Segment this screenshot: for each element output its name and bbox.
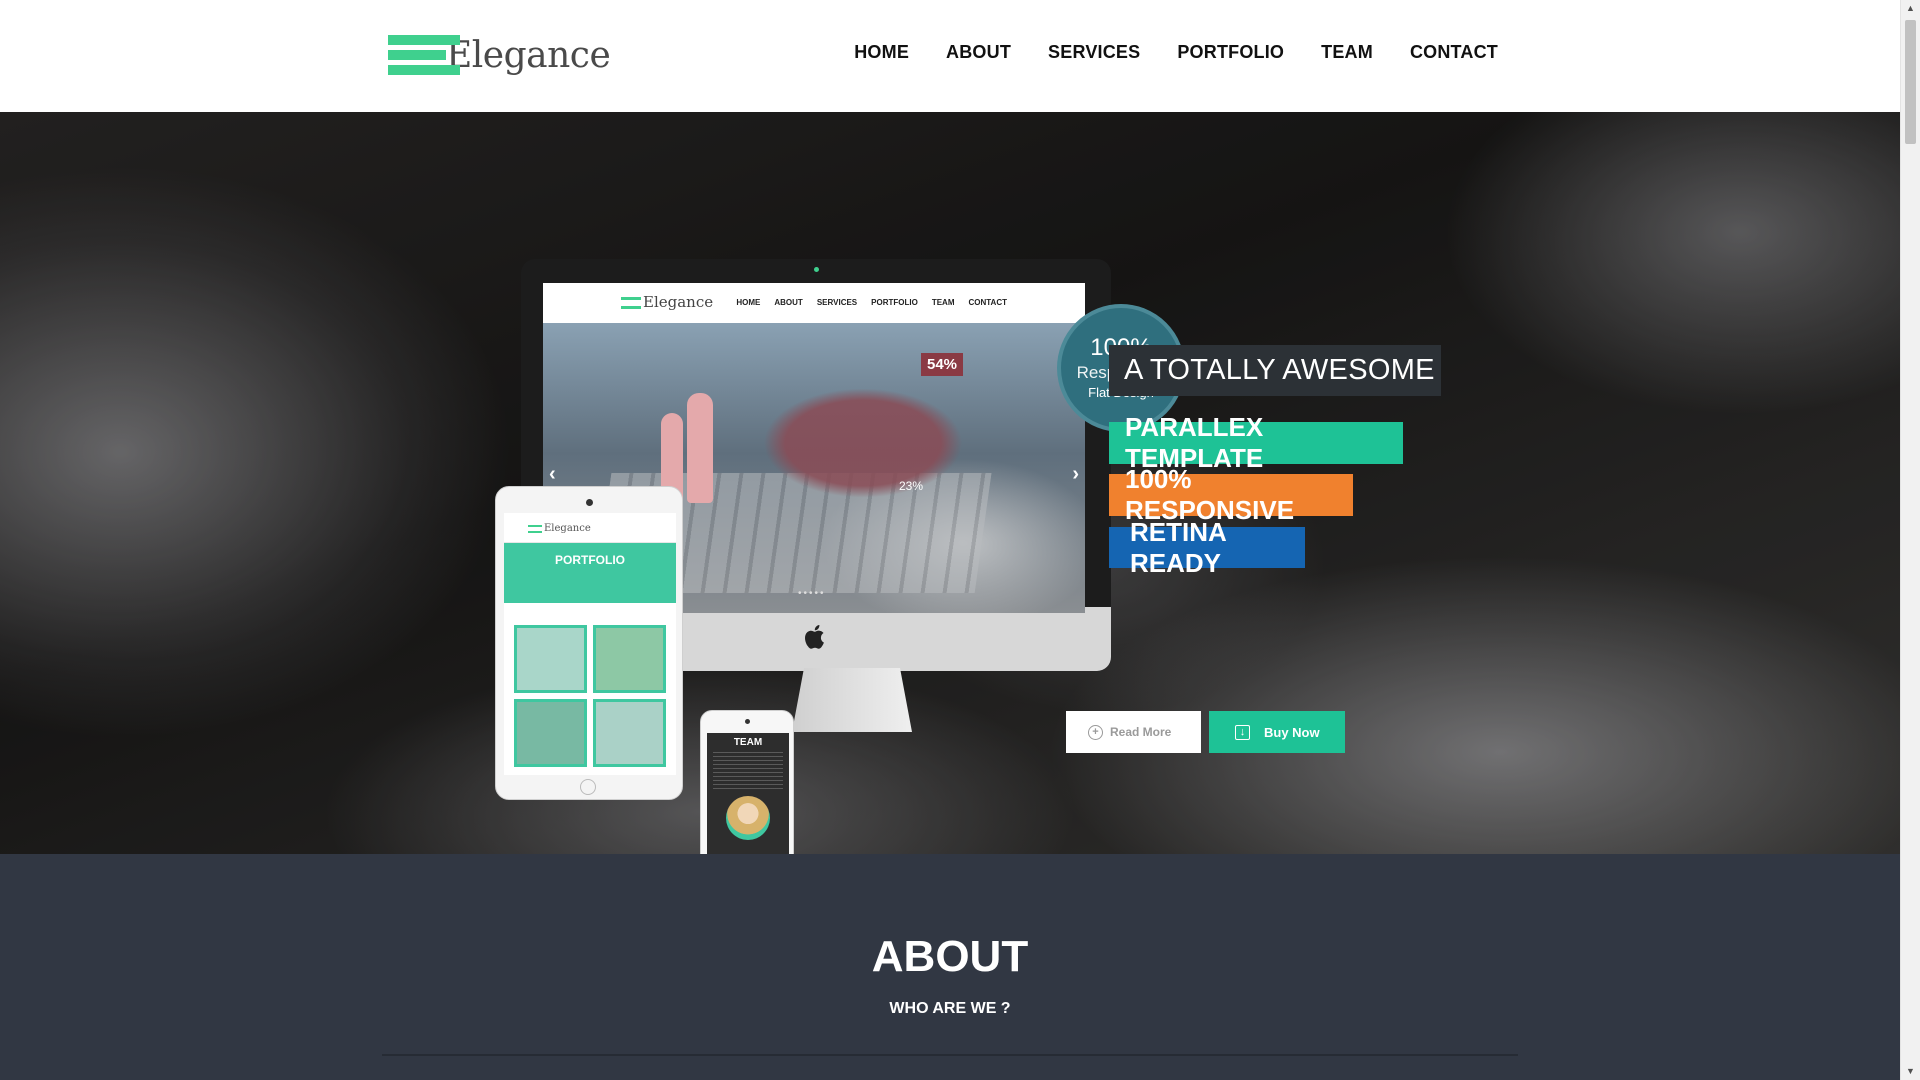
phone-screen: TEAM (707, 733, 789, 854)
portfolio-thumb (593, 699, 666, 767)
portfolio-thumb (514, 699, 587, 767)
tagline-retina: RETINA READY (1109, 517, 1305, 578)
tagline-parallex: PARALLEX TEMPLATE (1109, 412, 1403, 473)
about-divider (382, 1054, 1518, 1056)
tablet-mockup: Elegance PORTFOLIO (495, 486, 683, 800)
tablet-portfolio-grid (504, 625, 676, 767)
mockup-nav: Elegance HOME ABOUT SERVICES PORTFOLIO T… (543, 283, 1085, 323)
buy-now-button[interactable]: ↓ Buy Now (1209, 711, 1345, 753)
nav-home[interactable]: HOME (854, 42, 909, 63)
mockup-nav-item: CONTACT (968, 298, 1007, 307)
portfolio-thumb (593, 625, 666, 693)
mockup-nav-item: ABOUT (774, 298, 803, 307)
main-nav: HOME ABOUT SERVICES PORTFOLIO TEAM CONTA… (817, 42, 1498, 63)
tagline-responsive: 100% RESPONSIVE (1109, 464, 1353, 525)
tablet-portfolio-title: PORTFOLIO (504, 543, 676, 603)
scrollbar-thumb[interactable] (1905, 20, 1916, 144)
tablet-screen: Elegance PORTFOLIO (504, 513, 676, 775)
mockup-nav-item: TEAM (931, 298, 955, 307)
tagline-awesome: A TOTALLY AWESOME (1109, 345, 1441, 396)
plus-circle-icon: + (1088, 724, 1103, 740)
tablet-header: Elegance (504, 513, 676, 543)
mockup-people-illustration (653, 383, 723, 503)
mockup-nav-item: SERVICES (816, 298, 858, 307)
site-logo[interactable]: Elegance (388, 26, 611, 84)
mockup-nav-links: HOME ABOUT SERVICES PORTFOLIO TEAM CONTA… (736, 298, 1007, 307)
logo-mark-icon (388, 33, 460, 77)
phone-team-photo (726, 796, 770, 840)
tablet-text-block (504, 603, 676, 625)
mockup-nav-item: PORTFOLIO (871, 298, 918, 307)
scroll-up-icon[interactable]: ▲ (1901, 0, 1920, 17)
site-header: Elegance HOME ABOUT SERVICES PORTFOLIO T… (0, 0, 1900, 112)
portfolio-thumb (514, 625, 587, 693)
phone-camera (745, 719, 750, 724)
mockup-world-map (763, 388, 963, 498)
monitor-camera (814, 267, 819, 272)
mockup-nav-item: HOME (736, 298, 761, 307)
page-scrollbar[interactable]: ▲ ▼ (1900, 0, 1920, 1080)
nav-services[interactable]: SERVICES (1048, 42, 1140, 63)
apple-logo-icon (805, 625, 824, 649)
logo-text: Elegance (446, 34, 611, 76)
tablet-camera (586, 499, 593, 506)
hero-section: Elegance HOME ABOUT SERVICES PORTFOLIO T… (0, 112, 1900, 854)
nav-portfolio[interactable]: PORTFOLIO (1177, 42, 1284, 63)
tablet-home-button (580, 779, 596, 795)
chevron-right-icon[interactable]: › (1072, 463, 1079, 486)
nav-team[interactable]: TEAM (1321, 42, 1373, 63)
chevron-left-icon[interactable]: ‹ (549, 463, 556, 486)
download-icon: ↓ (1235, 724, 1250, 740)
buy-now-label: Buy Now (1264, 724, 1320, 740)
phone-mockup: TEAM (700, 710, 794, 854)
nav-about[interactable]: ABOUT (946, 42, 1011, 63)
phone-team-title: TEAM (733, 737, 763, 748)
mockup-stat-23: 23% (899, 479, 924, 493)
about-title: ABOUT (871, 932, 1029, 981)
mockup-stat-54: 54% (921, 353, 964, 376)
about-subtitle: WHO ARE WE ? (889, 1000, 1011, 1017)
monitor-stand (792, 668, 912, 732)
about-section: ABOUT WHO ARE WE ? (0, 854, 1900, 1080)
read-more-label: Read More (1110, 725, 1172, 739)
read-more-button[interactable]: + Read More (1066, 711, 1201, 753)
nav-contact[interactable]: CONTACT (1410, 42, 1498, 63)
mockup-logo: Elegance (621, 293, 713, 311)
phone-text-block (713, 752, 783, 792)
scroll-down-icon[interactable]: ▼ (1901, 1063, 1920, 1080)
slider-dots[interactable]: ••••• (798, 588, 826, 599)
